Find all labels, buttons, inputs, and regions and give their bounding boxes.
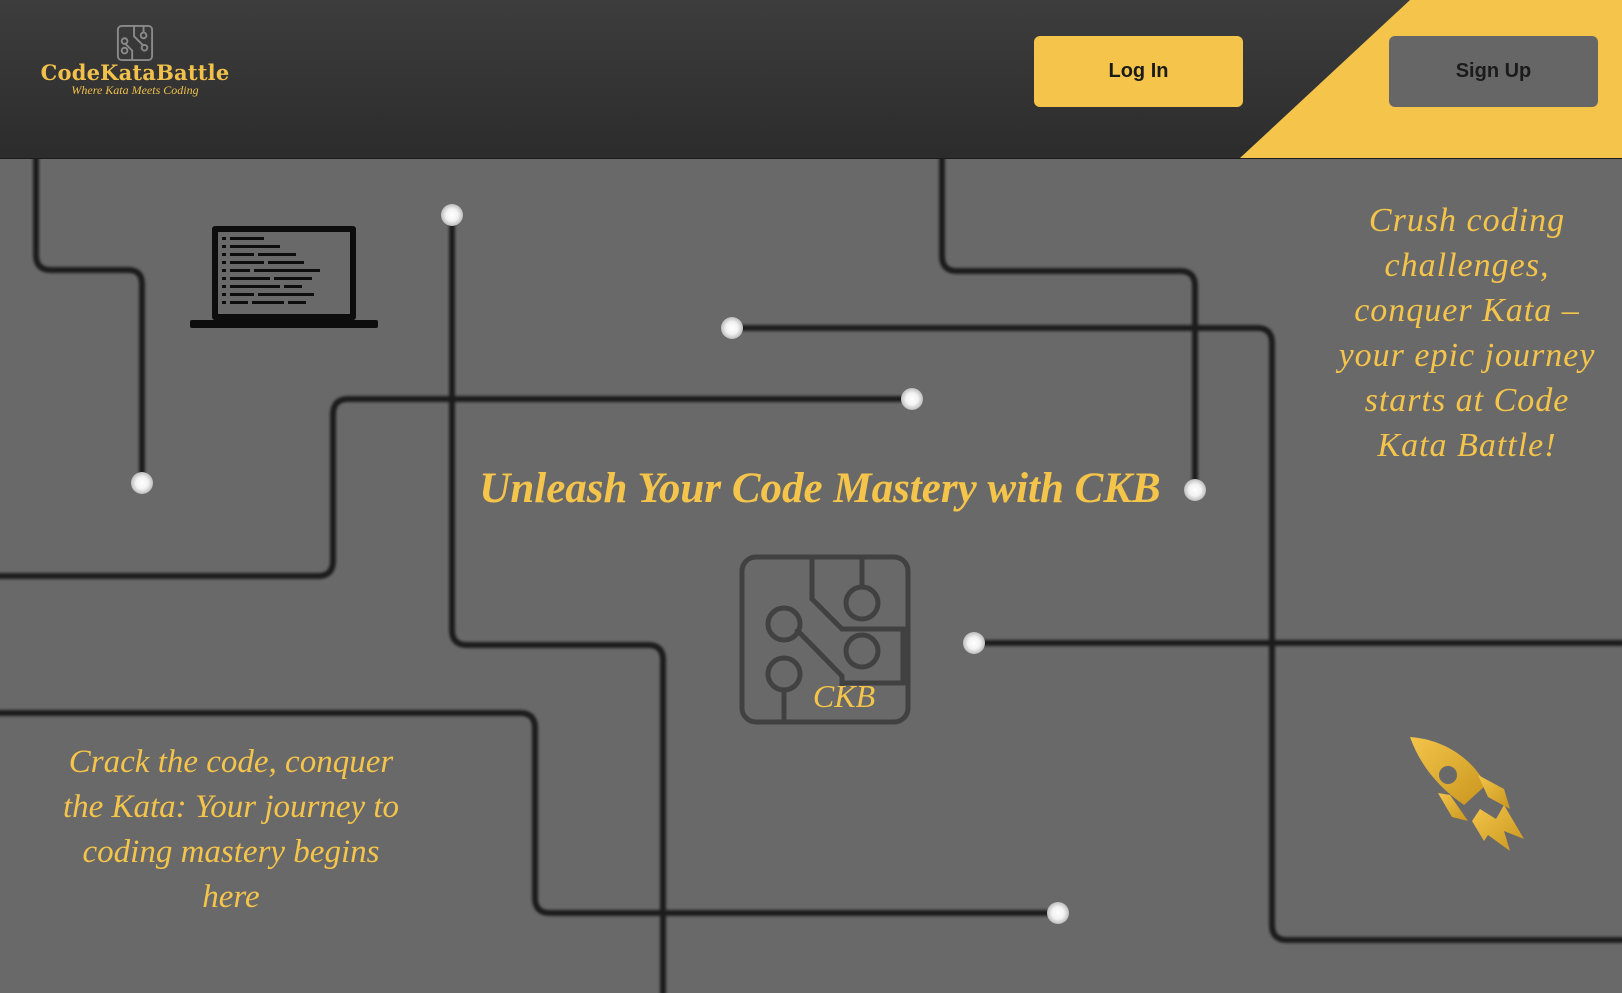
ckb-logo-text: CKB [813, 678, 875, 714]
tagline-left: Crack the code, conquer the Kata: Your j… [62, 744, 400, 915]
circuit-node [1047, 902, 1069, 924]
circuit-node [721, 317, 743, 339]
signup-button[interactable]: Sign Up [1389, 36, 1598, 107]
circuit-node [963, 632, 985, 654]
rocket-icon [1410, 737, 1524, 851]
circuit-node [901, 388, 923, 410]
circuit-node [131, 472, 153, 494]
top-navigation-bar: CodeKataBattle Where Kata Meets Coding L… [0, 0, 1622, 159]
circuit-board-icon: CKB [739, 554, 911, 725]
brand-name: CodeKataBattle [40, 60, 230, 85]
brand-tagline: Where Kata Meets Coding [71, 83, 199, 97]
tagline-right: Crush coding challenges, conquer Kata – … [1338, 202, 1596, 464]
login-button[interactable]: Log In [1034, 36, 1243, 107]
laptop-code-icon [190, 226, 378, 328]
circuit-board-icon [116, 24, 154, 62]
hero-title: Unleash Your Code Mastery with CKB [479, 465, 1161, 512]
header-yellow-accent [1240, 0, 1622, 158]
circuit-node [441, 204, 463, 226]
brand-logo[interactable]: CodeKataBattle Where Kata Meets Coding [40, 24, 230, 104]
